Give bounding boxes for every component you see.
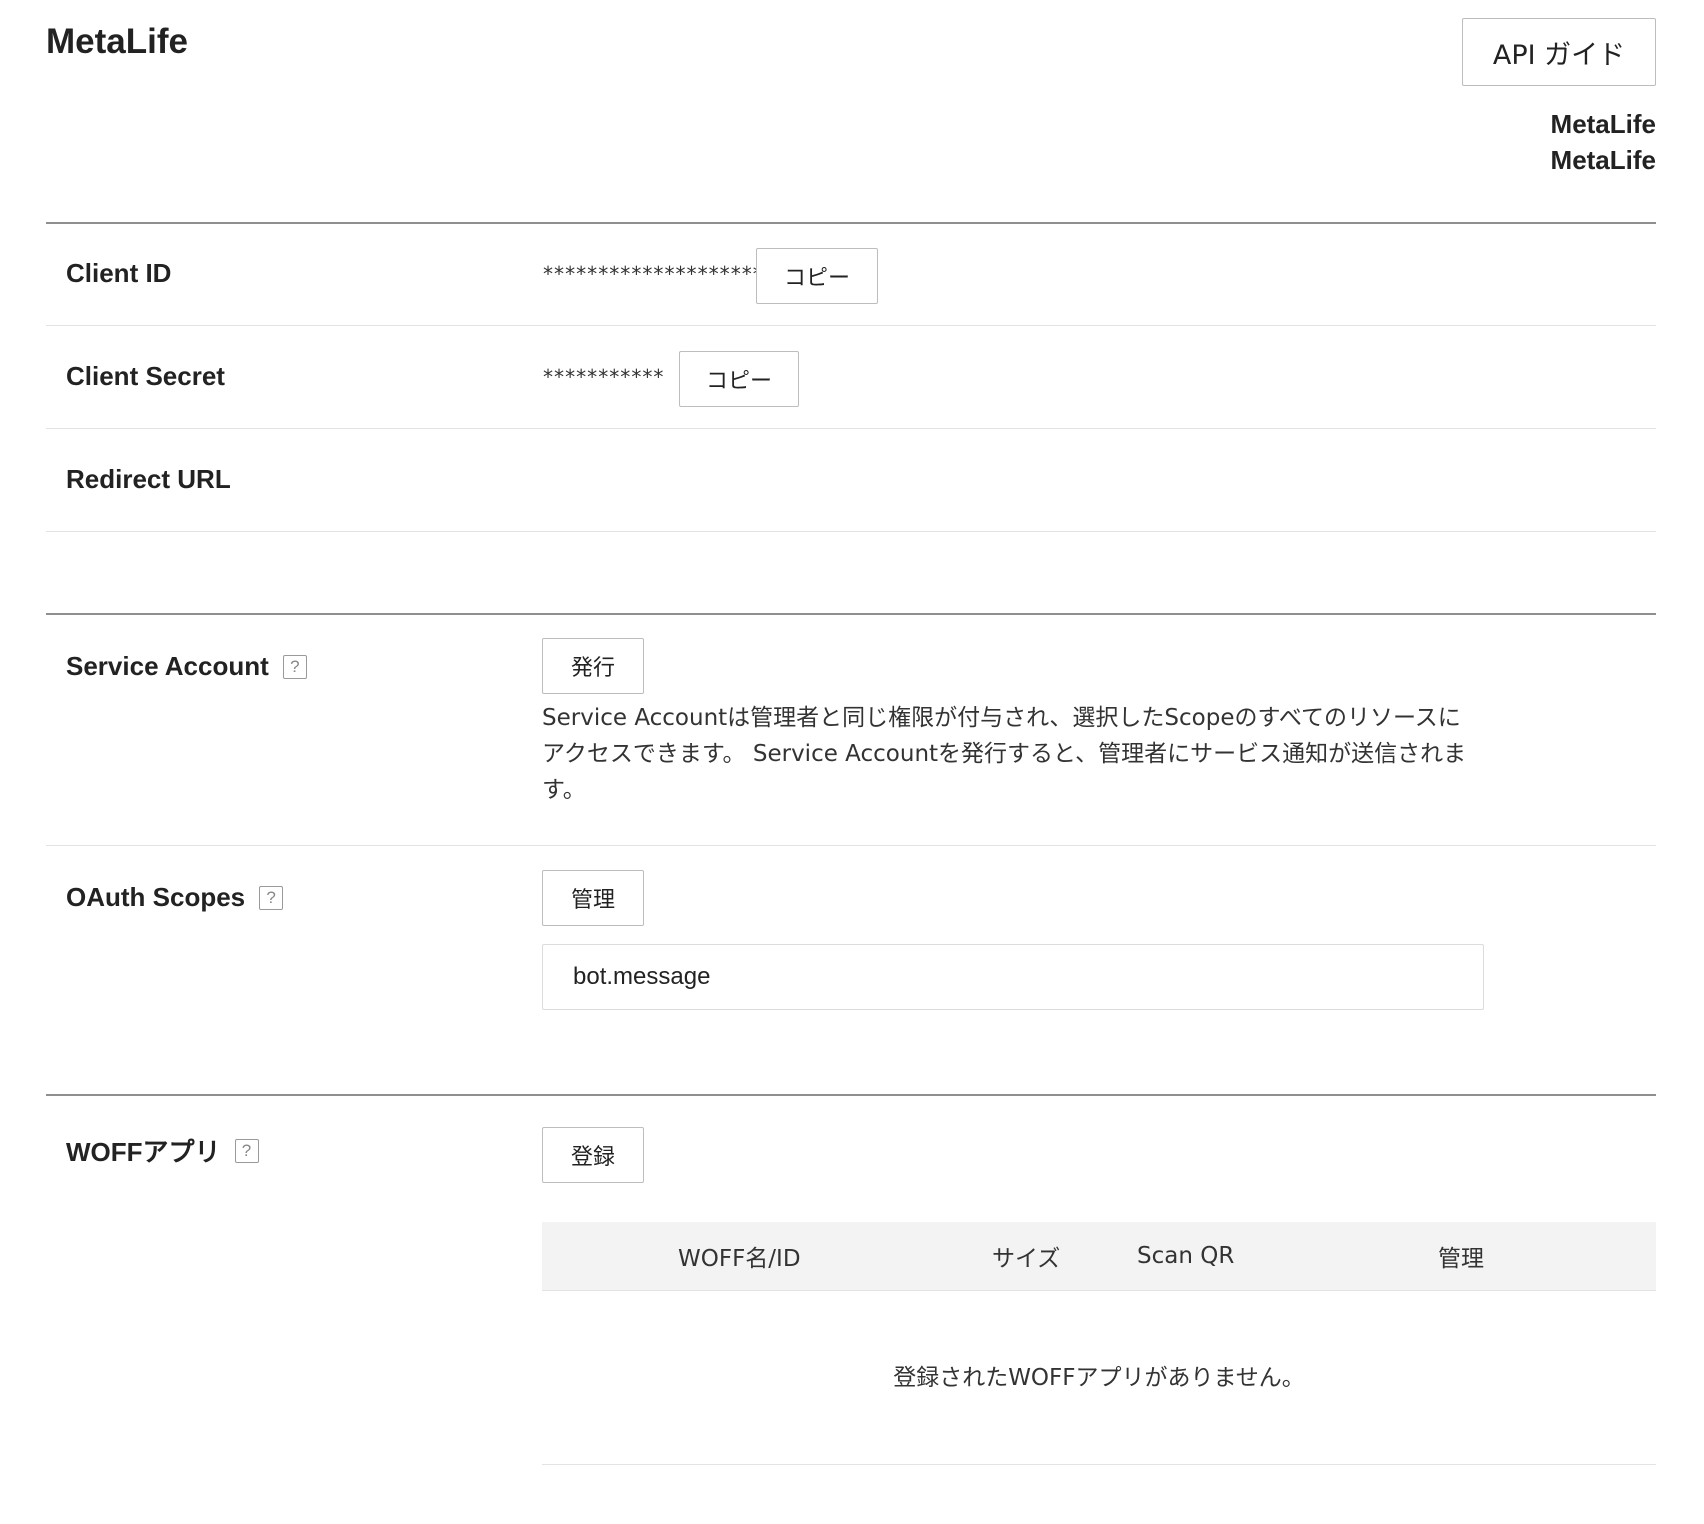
client-secret-label-text: Client Secret	[66, 361, 225, 391]
oauth-scopes-label-text: OAuth Scopes	[66, 882, 246, 912]
column-header-scan-qr: Scan QR	[1137, 1243, 1235, 1269]
woff-table-header: WOFF名/ID サイズ Scan QR 管理	[542, 1222, 1656, 1291]
row-divider	[46, 428, 1656, 429]
copy-client-secret-button[interactable]: コピー	[679, 351, 799, 407]
oauth-scopes-label: OAuth Scopes ?	[66, 882, 284, 913]
section-divider	[46, 222, 1656, 224]
redirect-url-label-text: Redirect URL	[66, 464, 231, 494]
register-woff-button[interactable]: 登録	[542, 1127, 644, 1183]
client-id-label: Client ID	[66, 258, 171, 289]
owner-line-1: MetaLife	[1550, 109, 1656, 139]
table-bottom-divider	[542, 1464, 1656, 1465]
client-secret-label: Client Secret	[66, 361, 225, 392]
woff-empty-message: 登録されたWOFFアプリがありません。	[893, 1365, 1305, 1391]
help-icon[interactable]: ?	[234, 1138, 259, 1163]
page-title: MetaLife	[46, 22, 188, 61]
row-divider	[46, 325, 1656, 326]
section-divider	[46, 613, 1656, 615]
redirect-url-label: Redirect URL	[66, 464, 231, 495]
column-header-manage: 管理	[1438, 1246, 1484, 1272]
client-id-label-text: Client ID	[66, 258, 172, 288]
api-guide-button[interactable]: API ガイド	[1462, 18, 1656, 86]
column-header-size: サイズ	[992, 1246, 1061, 1272]
scope-item: bot.message	[573, 963, 711, 990]
woff-app-label: WOFFアプリ ?	[66, 1132, 259, 1169]
woff-app-label-text: WOFFアプリ	[66, 1137, 221, 1167]
client-id-value: ********************	[542, 262, 764, 286]
column-header-name: WOFF名/ID	[678, 1246, 801, 1272]
help-icon[interactable]: ?	[259, 885, 284, 910]
issue-service-account-button[interactable]: 発行	[542, 638, 644, 694]
owner-line-2: MetaLife	[1550, 145, 1656, 175]
client-secret-value: ***********	[542, 365, 664, 389]
owner-info: MetaLife MetaLife	[1551, 106, 1656, 178]
row-divider	[46, 531, 1656, 532]
service-account-description: Service Accountは管理者と同じ権限が付与され、選択したScopeの…	[542, 705, 1467, 803]
row-divider	[46, 845, 1656, 846]
copy-client-id-button[interactable]: コピー	[756, 248, 878, 304]
service-account-label-text: Service Account	[66, 651, 269, 681]
help-icon[interactable]: ?	[282, 654, 307, 679]
manage-scopes-button[interactable]: 管理	[542, 870, 644, 926]
service-account-label: Service Account ?	[66, 651, 307, 682]
scopes-list: bot.message	[542, 944, 1484, 1010]
section-divider	[46, 1094, 1656, 1096]
